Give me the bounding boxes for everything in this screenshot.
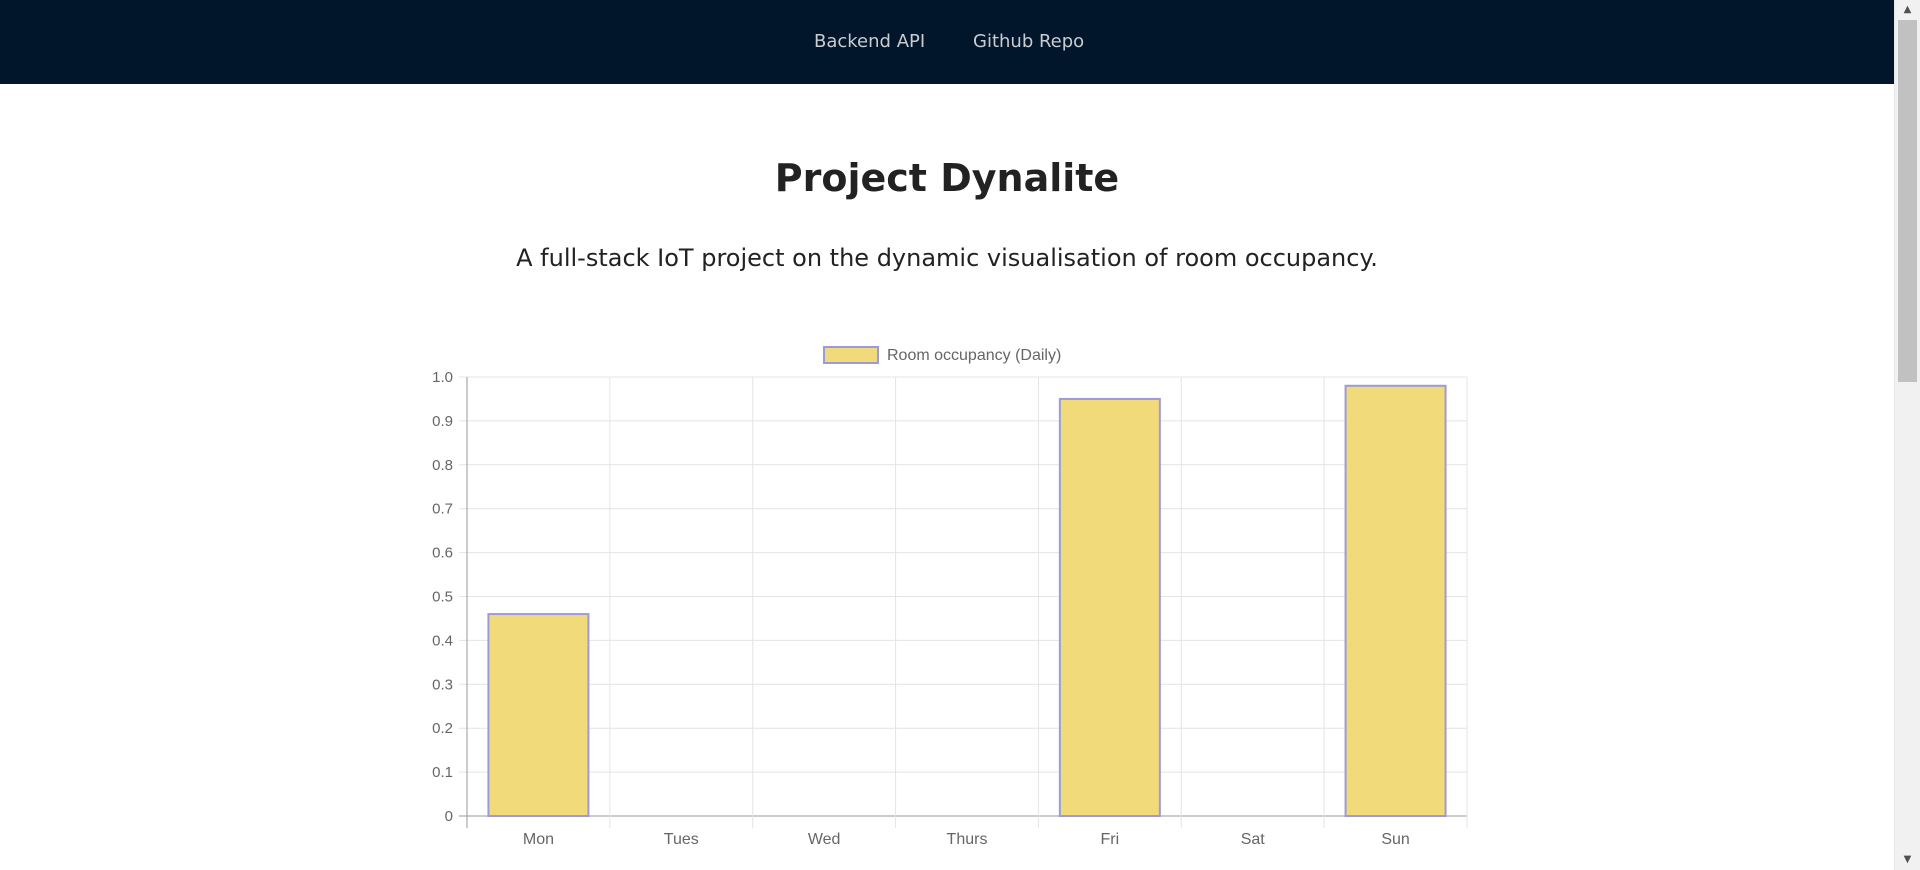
y-tick-label: 0.3 bbox=[432, 676, 453, 693]
bar-fri bbox=[1058, 397, 1161, 817]
occupancy-chart: 0 0.1 0.2 0.3 0.4 0.5 0.6 0.7 0.8 0.9 1.0 Mon Tues We… bbox=[400, 330, 1500, 870]
nav-link-github-repo[interactable]: Github Repo bbox=[973, 30, 1084, 54]
x-tick-label: Tues bbox=[664, 831, 699, 848]
x-tick-label: Sat bbox=[1241, 831, 1266, 848]
y-tick-label: 0.9 bbox=[432, 413, 453, 430]
x-tick-label: Wed bbox=[808, 831, 841, 848]
x-tick-label: Fri bbox=[1101, 831, 1120, 848]
chevron-up-icon[interactable]: ▲ bbox=[1895, 0, 1920, 20]
x-tick-label: Thurs bbox=[947, 831, 988, 848]
bar-mon bbox=[487, 613, 590, 817]
x-tick-label: Sun bbox=[1381, 831, 1409, 848]
top-navbar: Backend API Github Repo bbox=[0, 0, 1894, 84]
page-scrollbar[interactable]: ▲ ▼ bbox=[1894, 0, 1920, 870]
page-title: Project Dynalite bbox=[774, 156, 1120, 200]
x-tick-label: Mon bbox=[523, 831, 554, 848]
y-tick-label: 0.2 bbox=[432, 720, 453, 737]
y-tick-label: 0.4 bbox=[432, 632, 453, 649]
nav-link-backend-api[interactable]: Backend API bbox=[814, 30, 925, 54]
y-tick-label: 0 bbox=[445, 808, 453, 825]
bar-sun bbox=[1344, 384, 1447, 817]
y-tick-label: 1.0 bbox=[432, 369, 453, 386]
y-tick-label: 0.5 bbox=[432, 589, 453, 606]
y-tick-label: 0.6 bbox=[432, 545, 453, 562]
y-tick-label: 0.1 bbox=[432, 764, 453, 781]
legend-swatch bbox=[823, 346, 879, 364]
occupancy-chart-svg: 0 0.1 0.2 0.3 0.4 0.5 0.6 0.7 0.8 0.9 1.0 Mon Tues We… bbox=[432, 346, 1468, 848]
scrollbar-thumb[interactable] bbox=[1898, 20, 1917, 382]
y-tick-label: 0.8 bbox=[432, 457, 453, 474]
y-tick-label: 0.7 bbox=[432, 501, 453, 518]
chevron-down-icon[interactable]: ▼ bbox=[1895, 850, 1920, 870]
legend-label: Room occupancy (Daily) bbox=[887, 347, 1061, 364]
page-subtitle: A full-stack IoT project on the dynamic … bbox=[516, 244, 1378, 272]
page: Backend API Github Repo Project Dynalite… bbox=[0, 0, 1894, 870]
